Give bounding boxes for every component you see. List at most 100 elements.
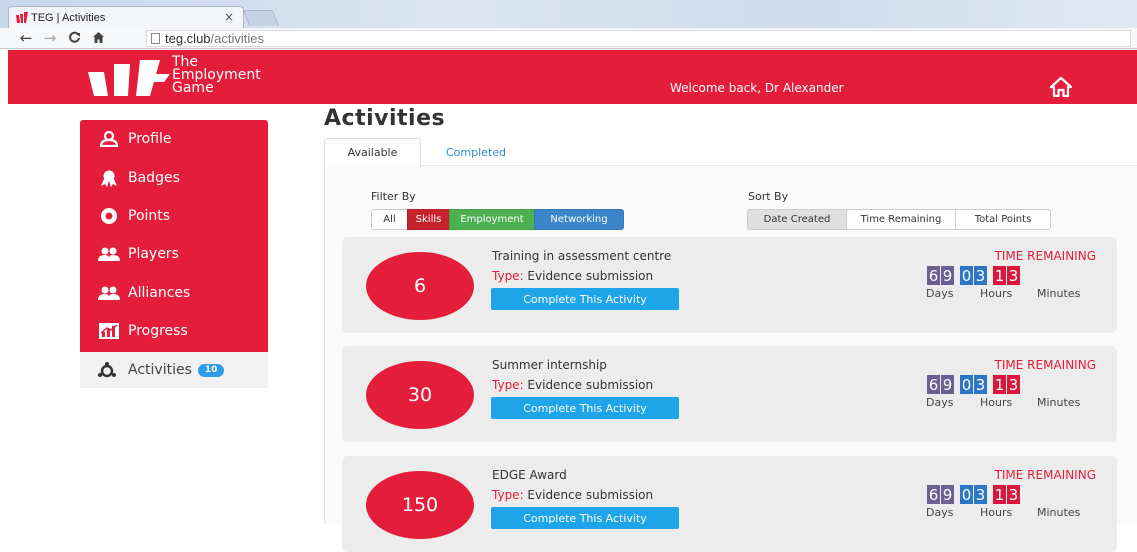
type-value: Evidence submission	[523, 269, 654, 283]
hours-digit: 0	[960, 266, 973, 285]
activity-type: Type: Evidence submission	[492, 488, 653, 502]
points-circle: 6	[366, 252, 474, 320]
filter-label: Filter By	[371, 190, 416, 203]
hours-digit: 0	[960, 375, 973, 394]
hours-unit: Hours	[980, 396, 1013, 409]
activity-title: EDGE Award	[492, 468, 567, 482]
teg-logo-icon[interactable]	[84, 60, 176, 96]
sidebar-item-badges[interactable]: Badges	[80, 159, 268, 197]
minutes-digit: 1	[993, 485, 1006, 504]
site-header: The Employment Game Welcome back, Dr Ale…	[8, 50, 1137, 104]
activity-card: 150 EDGE Award Type: Evidence submission…	[342, 456, 1117, 552]
page-icon	[151, 33, 160, 44]
minutes-unit: Minutes	[1037, 396, 1081, 409]
home-browser-icon[interactable]	[86, 27, 110, 50]
countdown-digits: 6 9 0 3 1 3	[927, 485, 1021, 504]
sidebar-item-alliances[interactable]: Alliances	[80, 274, 268, 312]
url-host: teg.club	[165, 31, 211, 46]
sidebar-item-label: Profile	[128, 131, 172, 147]
browser-tab[interactable]: TEG | Activities ×	[8, 6, 244, 28]
reload-icon[interactable]	[62, 27, 86, 50]
activity-type: Type: Evidence submission	[492, 378, 653, 392]
days-digit: 6	[927, 485, 940, 504]
time-remaining-label: TIME REMAINING	[994, 249, 1096, 263]
sidebar-item-label: Activities	[128, 362, 192, 378]
filter-networking-button[interactable]: Networking	[534, 209, 624, 230]
logo-text[interactable]: The Employment Game	[172, 55, 261, 96]
home-icon[interactable]	[1050, 77, 1072, 97]
hours-digit: 3	[974, 266, 987, 285]
page-title: Activities	[324, 106, 446, 131]
sort-date-created-button[interactable]: Date Created	[747, 209, 847, 230]
countdown-digits: 6 9 0 3 1 3	[927, 375, 1021, 394]
days-unit: Days	[926, 287, 954, 300]
minutes-digit: 1	[993, 375, 1006, 394]
activity-title: Training in assessment centre	[492, 249, 672, 263]
minutes-digit: 1	[993, 266, 1006, 285]
activity-card: 6 Training in assessment centre Type: Ev…	[342, 237, 1117, 333]
url-text: teg.club/activities	[165, 31, 264, 46]
browser-tabstrip: TEG | Activities ×	[0, 0, 1137, 28]
filter-skills-button[interactable]: Skills	[407, 209, 450, 230]
countdown-digits: 6 9 0 3 1 3	[927, 266, 1021, 285]
sort-button-group: Date Created Time Remaining Total Points	[747, 209, 1051, 230]
address-bar[interactable]: teg.club/activities	[146, 30, 1131, 47]
countdown-units: Days Hours Minutes	[926, 287, 1080, 300]
tab-available[interactable]: Available	[324, 138, 421, 166]
new-tab-button[interactable]	[242, 10, 280, 26]
minutes-digit: 3	[1007, 375, 1020, 394]
sort-label: Sort By	[748, 190, 789, 203]
points-icon	[98, 207, 120, 225]
sidebar-item-profile[interactable]: Profile	[80, 120, 268, 158]
filter-employment-button[interactable]: Employment	[449, 209, 535, 230]
tab-close-icon[interactable]: ×	[224, 10, 234, 24]
points-circle: 30	[366, 361, 474, 429]
sidebar-item-label: Badges	[128, 170, 180, 186]
time-remaining-label: TIME REMAINING	[994, 468, 1096, 482]
tab-completed[interactable]: Completed	[421, 138, 531, 166]
countdown-units: Days Hours Minutes	[926, 396, 1080, 409]
days-digit: 9	[941, 375, 954, 394]
countdown-units: Days Hours Minutes	[926, 506, 1080, 519]
teg-favicon-icon	[16, 12, 28, 23]
forward-arrow-icon[interactable]: →	[38, 28, 62, 49]
sidebar-item-progress[interactable]: Progress	[80, 312, 268, 350]
type-value: Evidence submission	[523, 488, 654, 502]
sidebar-item-activities[interactable]: Activities 10	[80, 352, 268, 388]
type-label: Type:	[492, 269, 524, 283]
hours-digit: 3	[974, 375, 987, 394]
logo-line-3: Game	[172, 80, 214, 96]
sidebar-item-label: Progress	[128, 323, 188, 339]
tab-title: TEG | Activities	[31, 11, 106, 24]
minutes-digit: 3	[1007, 485, 1020, 504]
sidebar-item-players[interactable]: Players	[80, 235, 268, 273]
hours-digit: 0	[960, 485, 973, 504]
sort-total-points-button[interactable]: Total Points	[955, 209, 1051, 230]
days-digit: 6	[927, 266, 940, 285]
days-digit: 6	[927, 375, 940, 394]
sidebar-item-label: Points	[128, 208, 171, 224]
progress-icon	[98, 322, 120, 340]
sidebar-item-label: Players	[128, 246, 179, 262]
filter-all-button[interactable]: All	[371, 209, 408, 230]
activity-type: Type: Evidence submission	[492, 269, 653, 283]
profile-icon	[98, 130, 120, 148]
complete-activity-button[interactable]: Complete This Activity	[491, 288, 679, 310]
days-digit: 9	[941, 485, 954, 504]
days-unit: Days	[926, 506, 954, 519]
activity-card: 30 Summer internship Type: Evidence subm…	[342, 346, 1117, 442]
back-arrow-icon[interactable]: ←	[14, 28, 38, 49]
filter-button-group: All Skills Employment Networking	[371, 209, 624, 230]
welcome-message: Welcome back, Dr Alexander	[670, 81, 844, 95]
days-digit: 9	[941, 266, 954, 285]
complete-activity-button[interactable]: Complete This Activity	[491, 397, 679, 419]
sort-time-remaining-button[interactable]: Time Remaining	[846, 209, 956, 230]
sidebar: Profile Badges Points Players Alliances …	[80, 120, 268, 388]
activities-icon	[98, 362, 120, 378]
activities-count-badge: 10	[197, 363, 225, 377]
type-value: Evidence submission	[523, 378, 654, 392]
hours-digit: 3	[974, 485, 987, 504]
sidebar-item-points[interactable]: Points	[80, 197, 268, 235]
players-icon	[98, 245, 120, 263]
complete-activity-button[interactable]: Complete This Activity	[491, 507, 679, 529]
